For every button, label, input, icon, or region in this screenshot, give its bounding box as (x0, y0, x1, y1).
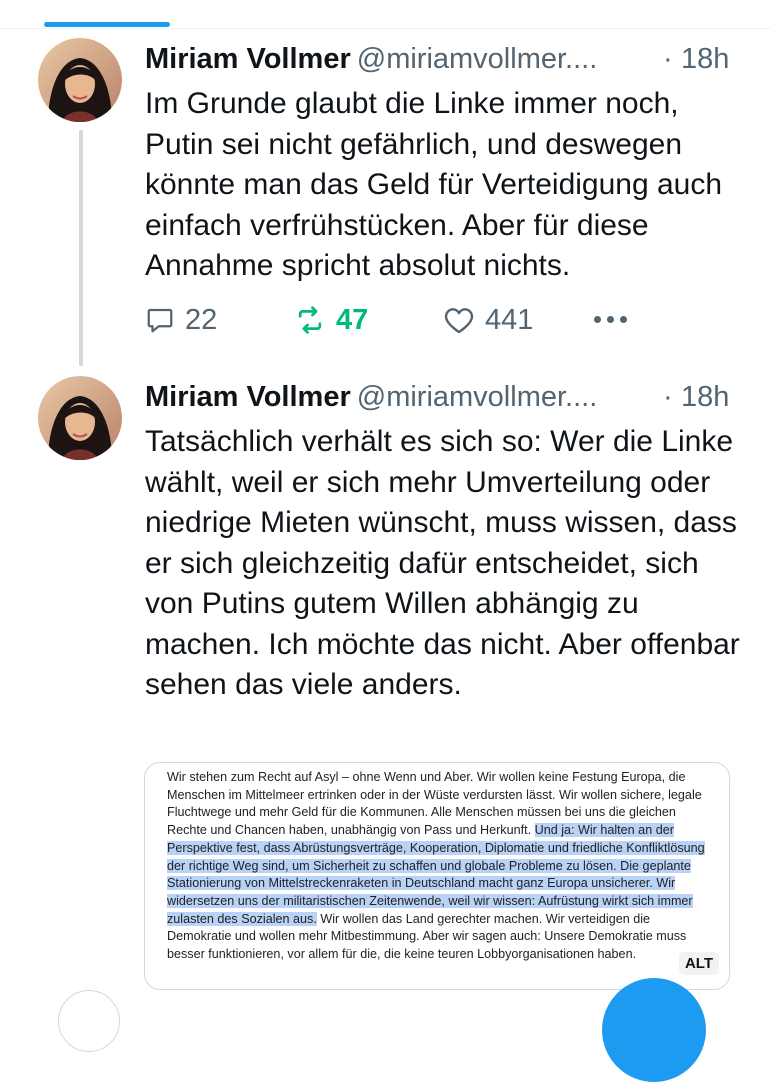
tweet-timestamp[interactable]: 18h (681, 379, 729, 415)
document-text-highlighted: Und ja: Wir halten an der Perspektive fe… (167, 823, 705, 926)
like-icon (443, 305, 475, 335)
tweet-text: Tatsächlich verhält es sich so: Wer die … (145, 425, 740, 701)
alt-text-badge[interactable]: ALT (678, 952, 719, 975)
next-tweet-avatar[interactable] (58, 990, 120, 1052)
tweet-text: Im Grunde glaubt die Linke immer noch, P… (145, 87, 723, 282)
compose-button[interactable] (602, 978, 706, 1082)
timeline-tabs-bar (0, 0, 771, 29)
author-name[interactable]: Miriam Vollmer (145, 43, 351, 75)
separator-dot: · (663, 43, 673, 75)
tweet-header: Miriam Vollmer @miriamvollmer.... · 18h (145, 41, 735, 77)
author-handle[interactable]: @miriamvollmer.... (357, 43, 598, 75)
thread-connector-line (79, 130, 83, 366)
avatar-photo (38, 376, 122, 460)
author-name[interactable]: Miriam Vollmer (145, 381, 351, 413)
like-button[interactable]: 441 (443, 303, 533, 337)
author-avatar[interactable] (38, 376, 122, 460)
tweet-header: Miriam Vollmer @miriamvollmer.... · 18h (145, 379, 735, 415)
separator-dot: · (663, 381, 673, 413)
retweet-count: 47 (336, 303, 369, 336)
author-avatar[interactable] (38, 38, 122, 122)
retweet-button[interactable]: 47 (294, 303, 368, 337)
reply-count: 22 (185, 303, 218, 336)
tweet-timestamp[interactable]: 18h (681, 41, 729, 77)
reply-button[interactable]: 22 (145, 303, 217, 337)
attached-image-card[interactable]: Wir stehen zum Recht auf Asyl – ohne Wen… (144, 762, 730, 990)
avatar-photo (38, 38, 122, 122)
screenshot-document-text: Wir stehen zum Recht auf Asyl – ohne Wen… (167, 769, 715, 964)
reply-icon (145, 305, 175, 335)
more-icon[interactable] (594, 316, 627, 323)
author-handle[interactable]: @miriamvollmer.... (357, 381, 598, 413)
like-count: 441 (485, 303, 534, 336)
active-tab-indicator (44, 22, 170, 27)
retweet-icon (294, 305, 326, 335)
